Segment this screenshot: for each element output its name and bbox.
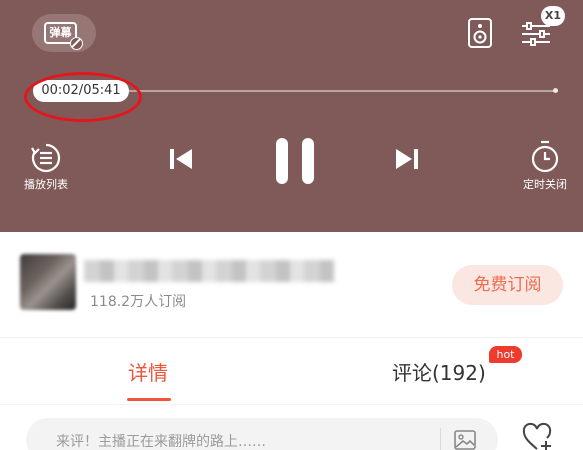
progress-end-dot bbox=[553, 88, 558, 93]
hot-badge: hot bbox=[489, 346, 522, 363]
playlist-icon bbox=[30, 142, 62, 174]
playback-speed-badge[interactable]: X1 bbox=[541, 6, 565, 26]
previous-icon[interactable] bbox=[168, 145, 194, 173]
divider bbox=[440, 428, 441, 450]
content-area: 118.2万人订阅 免费订阅 详情 评论(192) hot 来评！主播正在来翻牌… bbox=[0, 232, 583, 450]
comment-placeholder: 来评！主播正在来翻牌的路上…… bbox=[56, 434, 266, 450]
image-icon[interactable] bbox=[454, 430, 476, 450]
timer-icon bbox=[529, 140, 561, 174]
next-icon[interactable] bbox=[394, 145, 420, 173]
divider bbox=[0, 337, 583, 338]
playlist-button[interactable]: 播放列表 bbox=[20, 140, 72, 192]
active-tab-indicator bbox=[127, 398, 171, 401]
timer-button[interactable]: 定时关闭 bbox=[517, 140, 573, 192]
danmu-toggle-button[interactable]: 弹幕 bbox=[32, 14, 96, 52]
tab-comments[interactable]: 评论(192) bbox=[392, 357, 486, 386]
progress-bar[interactable] bbox=[92, 90, 558, 92]
channel-name-blurred bbox=[84, 260, 334, 282]
pause-icon[interactable] bbox=[273, 136, 317, 186]
audio-player: 弹幕 X1 00:02/05:41 播放列表 定时关闭 bbox=[0, 0, 583, 232]
speaker-icon[interactable] bbox=[467, 17, 493, 49]
subscribe-button[interactable]: 免费订阅 bbox=[452, 265, 563, 305]
subscriber-count: 118.2万人订阅 bbox=[90, 294, 187, 310]
heart-plus-icon[interactable] bbox=[522, 422, 554, 450]
danmu-off-icon bbox=[70, 37, 83, 50]
timer-label: 定时关闭 bbox=[523, 178, 567, 191]
avatar[interactable] bbox=[20, 254, 76, 310]
comment-input[interactable]: 来评！主播正在来翻牌的路上…… bbox=[26, 418, 498, 450]
playlist-label: 播放列表 bbox=[24, 178, 68, 191]
divider bbox=[0, 404, 583, 405]
tab-details[interactable]: 详情 bbox=[128, 357, 168, 386]
annotation-circle bbox=[24, 72, 142, 122]
